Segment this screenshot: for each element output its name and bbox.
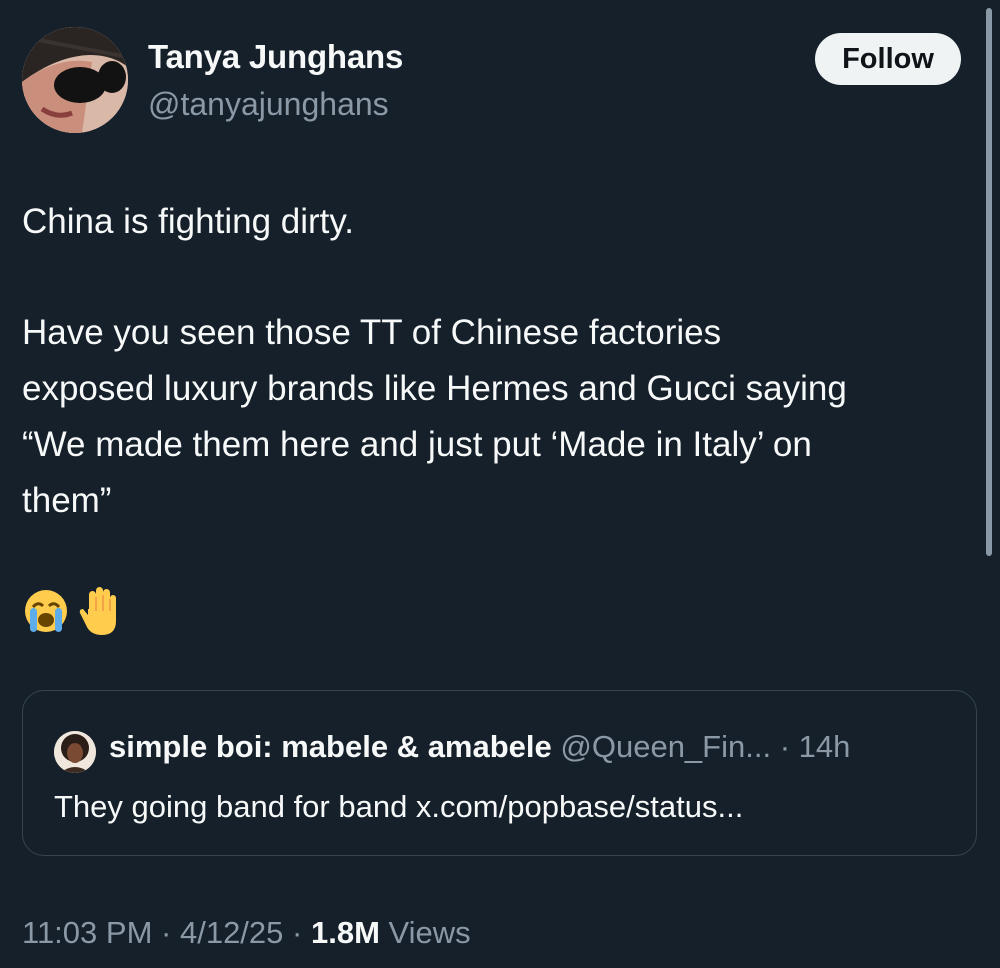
quote-author-avatar[interactable] [54,731,96,773]
tweet-meta-row: 11:03 PM · 4/12/25 · 1.8M Views [22,912,471,954]
quote-author-name[interactable]: simple boi: mabele & amabele [109,729,552,764]
tweet-text-line: “We made them here and just put ‘Made in… [22,425,812,464]
author-avatar[interactable] [22,27,128,133]
views-label: Views [388,915,471,950]
emoji-row [22,583,124,639]
tweet-date[interactable]: 4/12/25 [180,915,283,950]
quote-separator: · [779,729,791,764]
author-handle[interactable]: @tanyajunghans [148,86,389,123]
crying-face-icon [25,590,67,632]
meta-separator: · [161,915,172,950]
quote-text: They going band for band x.com/popbase/s… [54,789,744,824]
tweet-text-line: them” [22,481,112,520]
tweet-text-line: exposed luxury brands like Hermes and Gu… [22,369,847,408]
quote-avatar-image [54,731,96,773]
tweet-text-line: China is fighting dirty. [22,202,355,241]
meta-separator: · [292,915,303,950]
quoted-tweet-card[interactable]: simple boi: mabele & amabele @Queen_Fin.… [22,690,977,856]
tweet-time[interactable]: 11:03 PM [22,915,152,950]
author-name[interactable]: Tanya Junghans [148,38,403,76]
views-count: 1.8M [310,915,380,950]
avatar-image [22,27,128,133]
quote-author-handle[interactable]: @Queen_Fin... [560,729,771,764]
quote-age[interactable]: 14h [799,729,851,764]
quote-header: simple boi: mabele & amabele @Queen_Fin.… [109,727,850,767]
follow-button[interactable]: Follow [815,33,961,85]
tweet-text-line: Have you seen those TT of Chinese factor… [22,313,722,352]
raised-hand-icon [79,587,116,635]
scrollbar[interactable] [986,8,992,556]
